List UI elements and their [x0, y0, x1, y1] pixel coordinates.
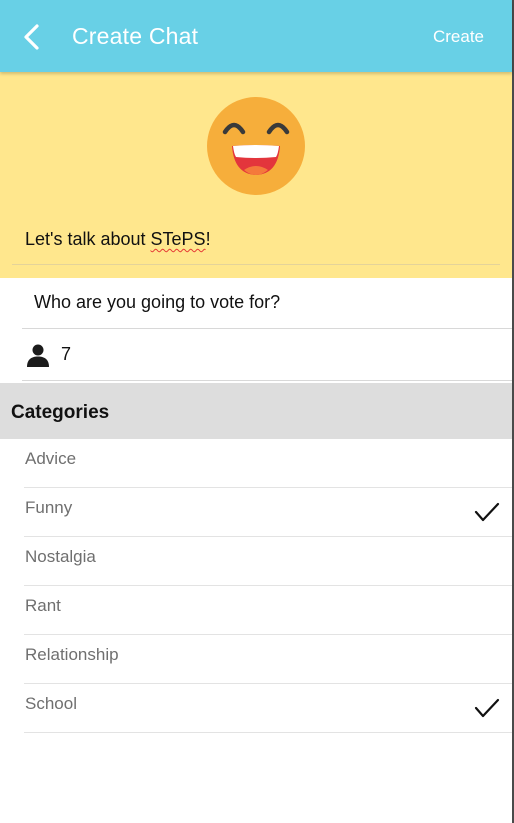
- category-item-nostalgia[interactable]: Nostalgia: [24, 537, 512, 586]
- chevron-left-icon: [24, 24, 39, 50]
- member-count: 7: [61, 344, 72, 364]
- category-label: Relationship: [25, 645, 119, 664]
- create-button[interactable]: Create: [433, 27, 484, 47]
- category-label: Advice: [25, 449, 77, 468]
- category-item-rant[interactable]: Rant: [24, 586, 512, 635]
- category-item-school[interactable]: School: [24, 684, 512, 733]
- chat-name[interactable]: Let's talk about STePS!: [25, 229, 211, 250]
- chat-name-underline: [12, 264, 500, 265]
- category-item-relationship[interactable]: Relationship: [24, 635, 512, 684]
- page-title: Create Chat: [72, 23, 199, 49]
- question-text: Who are you going to vote for?: [34, 292, 281, 312]
- categories-title: Categories: [11, 402, 110, 423]
- laughing-face-icon: [207, 97, 305, 195]
- categories-header: Categories: [0, 383, 512, 439]
- category-label: Rant: [25, 596, 61, 615]
- category-label: Funny: [25, 498, 73, 517]
- checkmark-icon: [474, 698, 500, 718]
- member-count-row[interactable]: 7: [22, 329, 512, 381]
- category-list: Advice Funny Nostalgia Rant Relationship…: [0, 439, 512, 733]
- checkmark-icon: [474, 502, 500, 522]
- chat-name-suffix: !: [205, 229, 211, 249]
- person-icon: [27, 344, 49, 367]
- category-item-funny[interactable]: Funny: [24, 488, 512, 537]
- category-item-advice[interactable]: Advice: [24, 439, 512, 488]
- category-label: School: [25, 694, 77, 713]
- chat-header-banner: Let's talk about STePS!: [0, 72, 512, 278]
- question-field[interactable]: Who are you going to vote for?: [22, 278, 512, 329]
- chat-name-misspelled-word: STePS: [150, 229, 206, 249]
- category-label: Nostalgia: [25, 547, 96, 566]
- app-bar: Create Chat Create: [0, 0, 512, 72]
- chat-avatar[interactable]: [206, 96, 306, 196]
- back-button[interactable]: [18, 22, 48, 52]
- chat-name-prefix: Let's talk about: [25, 229, 151, 249]
